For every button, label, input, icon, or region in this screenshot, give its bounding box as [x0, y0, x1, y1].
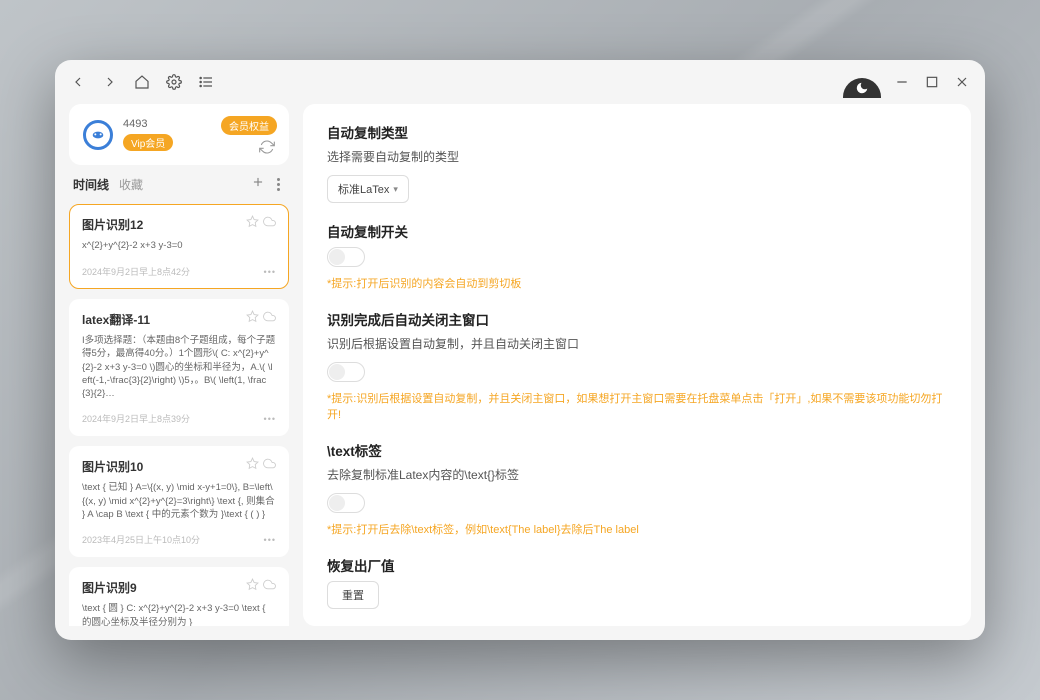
card-more-icon[interactable]: •••: [264, 535, 276, 545]
tip-text: *提示:打开后去除\text标签，例如\text{The label}去除后Th…: [327, 521, 947, 537]
list-icon[interactable]: [197, 73, 215, 91]
home-icon[interactable]: [133, 73, 151, 91]
cloud-icon[interactable]: [263, 457, 276, 475]
section-desc: 识别后根据设置自动复制，并且自动关闭主窗口: [327, 335, 947, 352]
avatar: [83, 120, 113, 150]
refresh-icon[interactable]: [259, 139, 275, 155]
minimize-icon[interactable]: [893, 73, 911, 91]
member-button[interactable]: 会员权益: [221, 116, 277, 135]
copy-type-dropdown[interactable]: 标准LaTex: [327, 175, 409, 203]
star-icon[interactable]: [246, 457, 259, 475]
cloud-icon[interactable]: [263, 310, 276, 328]
add-icon[interactable]: [251, 175, 265, 194]
history-item[interactable]: 图片识别12 x^{2}+y^{2}-2 x+3 y-3=0 2024年9月2日…: [69, 204, 289, 289]
profile-name: 4493: [123, 118, 173, 130]
history-item[interactable]: 图片识别9 \text { 圆 } C: x^{2}+y^{2}-2 x+3 y…: [69, 567, 289, 626]
text-tag-toggle[interactable]: [327, 493, 365, 513]
section-title: \text标签: [327, 440, 947, 460]
section-title: 恢复出厂值: [327, 555, 947, 575]
star-icon[interactable]: [246, 310, 259, 328]
tip-text: *提示:识别后根据设置自动复制，并且关闭主窗口，如果想打开主窗口需要在托盘菜单点…: [327, 390, 947, 422]
settings-panel: 自动复制类型 选择需要自动复制的类型 标准LaTex 自动复制开关 *提示:打开…: [303, 104, 971, 626]
profile-card: 4493 Vip会员 会员权益: [69, 104, 289, 165]
section-desc: 去除复制标准Latex内容的\text{}标签: [327, 466, 947, 483]
sidebar: 4493 Vip会员 会员权益 时间线 收藏 图片识别12: [69, 104, 289, 626]
section-title: 识别完成后自动关闭主窗口: [327, 309, 947, 329]
forward-icon[interactable]: [101, 73, 119, 91]
settings-icon[interactable]: [165, 73, 183, 91]
copy-switch-toggle[interactable]: [327, 247, 365, 267]
history-item-title: 图片识别10: [82, 458, 143, 475]
tab-timeline[interactable]: 时间线: [73, 176, 109, 193]
history-item-title: 图片识别9: [82, 579, 137, 596]
cloud-icon[interactable]: [263, 578, 276, 596]
card-more-icon[interactable]: •••: [264, 414, 276, 424]
section-title: 自动复制开关: [327, 221, 947, 241]
close-icon[interactable]: [953, 73, 971, 91]
history-item[interactable]: latex翻译-11 I多项选择题：（本题由8个子题组成，每个子题得5分，最高得…: [69, 299, 289, 436]
card-more-icon[interactable]: •••: [264, 267, 276, 277]
history-item-date: 2024年9月2日早上8点42分: [82, 265, 190, 278]
dark-mode-icon[interactable]: [843, 78, 881, 98]
history-list: 图片识别12 x^{2}+y^{2}-2 x+3 y-3=0 2024年9月2日…: [69, 204, 289, 626]
section-desc: 选择需要自动复制的类型: [327, 148, 947, 165]
tip-text: *提示:打开后识别的内容会自动到剪切板: [327, 275, 947, 291]
history-item-body: \text { 圆 } C: x^{2}+y^{2}-2 x+3 y-3=0 \…: [82, 602, 276, 626]
section-title: 自动复制类型: [327, 122, 947, 142]
app-window: 4493 Vip会员 会员权益 时间线 收藏 图片识别12: [55, 60, 985, 640]
back-icon[interactable]: [69, 73, 87, 91]
titlebar: [55, 60, 985, 104]
history-item-title: 图片识别12: [82, 216, 143, 233]
more-icon[interactable]: [271, 175, 285, 194]
tab-favorites[interactable]: 收藏: [119, 176, 143, 193]
vip-badge: Vip会员: [123, 134, 173, 151]
history-item[interactable]: 图片识别10 \text { 已知 } A=\{(x, y) \mid x-y+…: [69, 446, 289, 557]
history-item-date: 2023年4月25日上午10点10分: [82, 533, 200, 546]
history-item-title: latex翻译-11: [82, 311, 150, 328]
sidebar-tabs: 时间线 收藏: [69, 175, 289, 194]
history-item-date: 2024年9月2日早上8点39分: [82, 412, 190, 425]
auto-close-toggle[interactable]: [327, 362, 365, 382]
history-item-body: I多项选择题：（本题由8个子题组成，每个子题得5分，最高得40分。）1个圆形\(…: [82, 334, 276, 400]
star-icon[interactable]: [246, 215, 259, 233]
maximize-icon[interactable]: [923, 73, 941, 91]
star-icon[interactable]: [246, 578, 259, 596]
cloud-icon[interactable]: [263, 215, 276, 233]
reset-button[interactable]: 重置: [327, 581, 379, 609]
history-item-body: \text { 已知 } A=\{(x, y) \mid x-y+1=0\}, …: [82, 481, 276, 521]
history-item-body: x^{2}+y^{2}-2 x+3 y-3=0: [82, 239, 276, 253]
